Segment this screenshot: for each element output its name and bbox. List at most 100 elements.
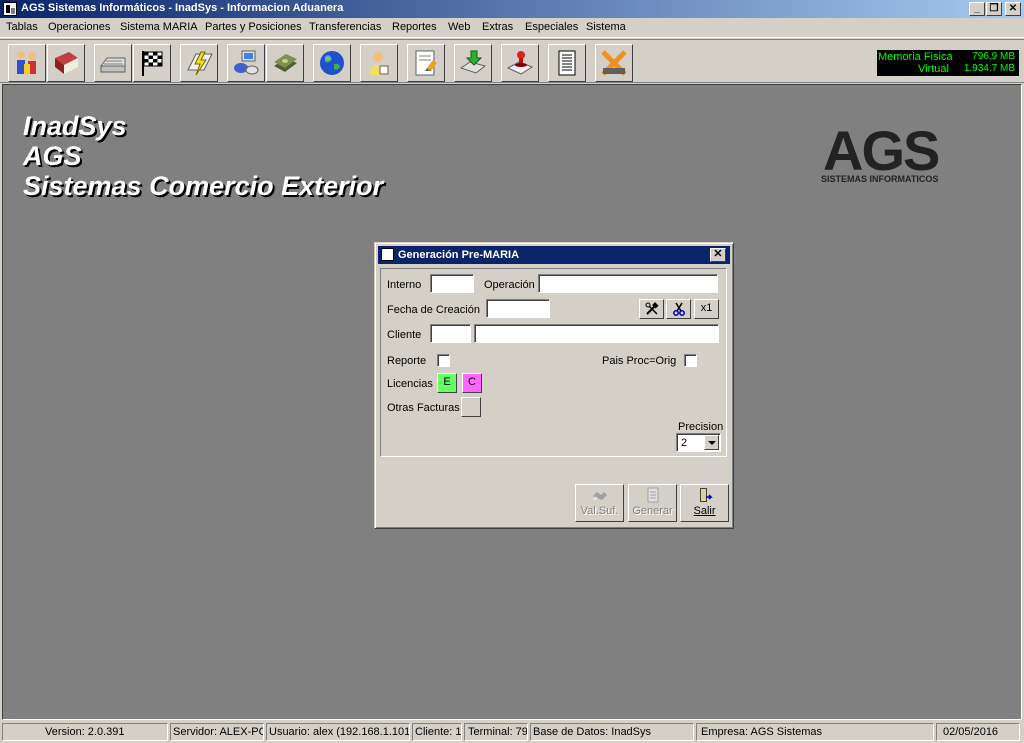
reporte-checkbox[interactable]	[437, 354, 450, 367]
minimize-button[interactable]: _	[969, 2, 985, 16]
scissors-icon	[672, 302, 685, 316]
user-certificate-icon	[370, 52, 389, 75]
licencias-c-button[interactable]: C	[462, 373, 482, 393]
interno-label: Interno	[387, 279, 422, 291]
document-list-icon	[558, 50, 576, 76]
operacion-field[interactable]	[538, 274, 718, 293]
toolbar-globe-button[interactable]	[313, 44, 351, 82]
status-fecha: 02/05/2016	[936, 723, 1020, 741]
val-suf-button[interactable]: Val.Suf.	[575, 484, 624, 522]
generar-label: Generar	[632, 505, 673, 517]
reporte-label: Reporte	[387, 355, 427, 367]
menu-especiales[interactable]: Especiales	[525, 21, 578, 33]
restore-button[interactable]: ❐	[986, 2, 1002, 16]
status-servidor: Servidor: ALEX-PC	[170, 723, 264, 741]
pais-proc-orig-checkbox[interactable]	[684, 354, 697, 367]
window-title-bar[interactable]: AGS Sistemas Informáticos - InadSys - In…	[0, 0, 1024, 18]
toolbar-network-button[interactable]	[227, 44, 265, 82]
dialog-title-bar[interactable]: Generación Pre-MARIA ✕	[378, 246, 730, 264]
toolbar-flag-button[interactable]	[133, 44, 171, 82]
people-icon	[17, 51, 36, 74]
checkered-flag-icon	[142, 51, 163, 76]
scissors-button[interactable]	[666, 299, 691, 319]
ags-logo-subtitle: SISTEMAS INFORMATICOS	[821, 174, 939, 184]
globe-icon	[320, 51, 344, 75]
money-icon	[274, 54, 297, 72]
toolbar-stamp-button[interactable]	[501, 44, 539, 82]
toolbar-download-button[interactable]	[454, 44, 492, 82]
tools-button[interactable]	[639, 299, 664, 319]
fecha-creacion-label: Fecha de Creación	[387, 304, 480, 316]
brand-line-2: AGS	[23, 141, 82, 171]
status-usuario: Usuario: alex (192.168.1.101)	[266, 723, 410, 741]
lightning-document-icon	[187, 51, 213, 76]
exit-door-icon	[699, 488, 713, 502]
stamp-icon	[506, 51, 534, 75]
book-icon	[55, 52, 78, 74]
cliente-label: Cliente	[387, 329, 422, 341]
toolbar-exit-button[interactable]	[595, 44, 633, 82]
memory-indicator: Memoria Fisica 796.9 MB Virtual 1.934.7 …	[877, 50, 1019, 76]
menu-reportes[interactable]: Reportes	[392, 21, 437, 33]
toolbar-document-button[interactable]	[407, 44, 445, 82]
toolbar-keyboard-button[interactable]	[94, 44, 132, 82]
hammer-wrench-icon	[645, 302, 659, 315]
memory-physical-label: Memoria Fisica	[878, 51, 953, 63]
precision-label: Precision	[678, 421, 724, 433]
keyboard-icon	[100, 57, 126, 73]
cliente-name-field[interactable]	[474, 324, 719, 343]
pais-proc-orig-label: Pais Proc=Orig	[602, 355, 677, 367]
licencias-label: Licencias	[387, 378, 433, 390]
memory-physical-value: 796.9 MB	[972, 51, 1015, 62]
toolbar-list-button[interactable]	[548, 44, 586, 82]
status-version: Version: 2.0.391	[2, 723, 168, 741]
network-icon	[234, 50, 259, 75]
memory-virtual-label: Virtual	[918, 63, 949, 75]
handshake-icon	[592, 492, 607, 501]
window-title: AGS Sistemas Informáticos - InadSys - In…	[21, 2, 344, 14]
cliente-code-field[interactable]	[430, 324, 471, 343]
precision-select[interactable]: 2	[676, 433, 721, 452]
menu-partes-posiciones[interactable]: Partes y Posiciones	[205, 21, 302, 33]
dialog-close-button[interactable]: ✕	[710, 248, 726, 262]
interno-field[interactable]	[430, 274, 474, 293]
status-terminal: Terminal: 79	[464, 723, 528, 741]
menu-web[interactable]: Web	[448, 21, 470, 33]
operacion-label: Operación	[484, 279, 535, 291]
menu-sistema[interactable]: Sistema	[586, 21, 626, 33]
precision-value: 2	[681, 437, 688, 449]
app-icon[interactable]	[3, 2, 17, 16]
menu-tablas[interactable]: Tablas	[6, 21, 38, 33]
toolbar-people-button[interactable]	[8, 44, 46, 82]
ags-logo: AGS	[823, 119, 940, 182]
otras-facturas-button[interactable]	[461, 397, 481, 417]
dialog-form-group: Interno Operación Fecha de Creación x1 C…	[380, 268, 727, 457]
fecha-creacion-field[interactable]	[486, 299, 550, 318]
brand-line-3: Sistemas Comercio Exterior	[23, 171, 384, 201]
chevron-down-icon[interactable]	[704, 435, 719, 450]
salir-button[interactable]: Salir	[680, 484, 729, 522]
status-empresa: Empresa: AGS Sistemas	[696, 723, 934, 741]
menu-operaciones[interactable]: Operaciones	[48, 21, 110, 33]
toolbar: Memoria Fisica 796.9 MB Virtual 1.934.7 …	[0, 39, 1024, 83]
val-suf-label: Val.Suf.	[580, 505, 619, 517]
pre-maria-dialog: Generación Pre-MARIA ✕ Interno Operación…	[374, 242, 734, 529]
toolbar-lightning-button[interactable]	[180, 44, 218, 82]
menu-sistema-maria[interactable]: Sistema MARIA	[120, 21, 198, 33]
menu-transferencias[interactable]: Transferencias	[309, 21, 381, 33]
x1-button[interactable]: x1	[694, 299, 719, 319]
otras-facturas-label: Otras Facturas	[387, 402, 460, 414]
toolbar-money-button[interactable]	[266, 44, 304, 82]
status-bar: Version: 2.0.391 Servidor: ALEX-PC Usuar…	[0, 721, 1024, 743]
dialog-app-icon	[381, 248, 394, 261]
close-button[interactable]: ✕	[1005, 2, 1021, 16]
menu-bar: Tablas Operaciones Sistema MARIA Partes …	[0, 18, 1024, 38]
menu-extras[interactable]: Extras	[482, 21, 513, 33]
toolbar-book-button[interactable]	[47, 44, 85, 82]
toolbar-user-button[interactable]	[360, 44, 398, 82]
generar-button[interactable]: Generar	[628, 484, 677, 522]
document-icon	[647, 487, 658, 503]
salir-label: Salir	[693, 505, 716, 517]
memory-virtual-value: 1.934.7 MB	[963, 63, 1015, 74]
licencias-e-button[interactable]: E	[437, 373, 457, 393]
